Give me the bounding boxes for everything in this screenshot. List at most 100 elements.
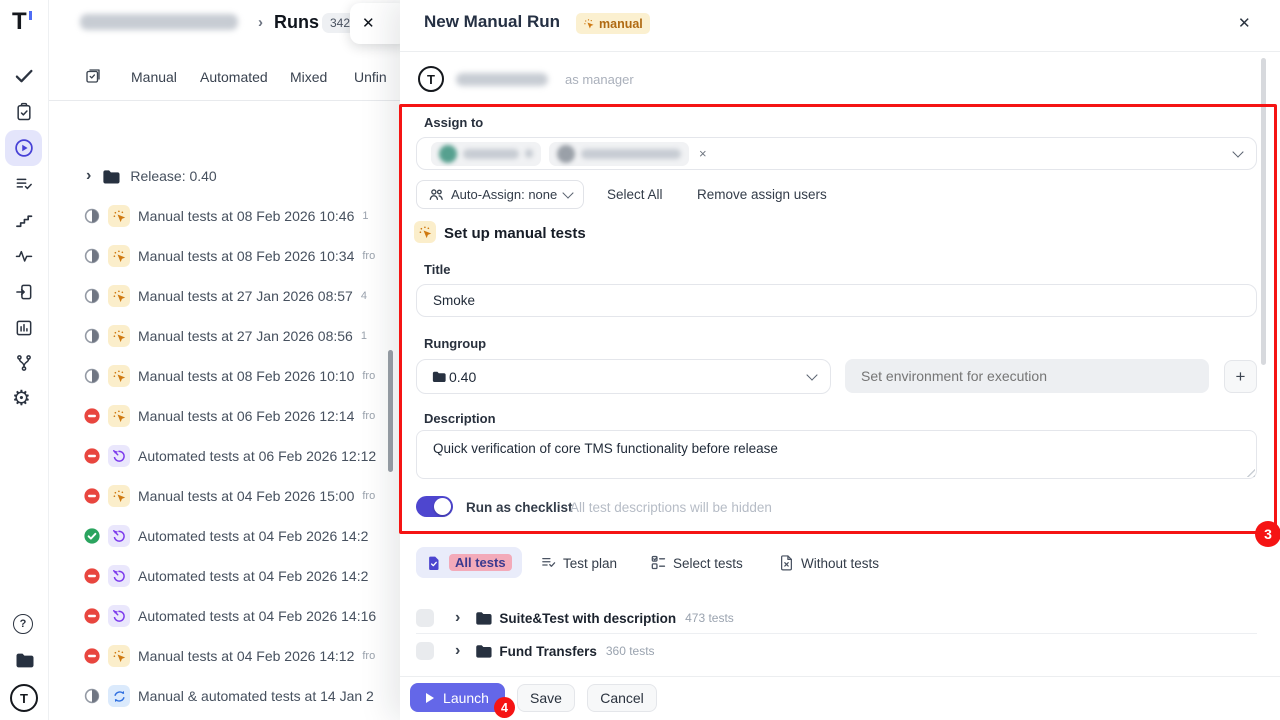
test-plans-icon[interactable] (14, 174, 34, 194)
manual-badge-label: manual (599, 17, 643, 31)
auto-assign-dropdown[interactable]: Auto-Assign: none (416, 180, 584, 209)
run-type-filter-icon[interactable] (84, 67, 102, 85)
folder-icon (431, 369, 446, 384)
title-label: Title (424, 262, 451, 277)
branches-icon[interactable] (14, 353, 34, 373)
run-title: Manual tests at 27 Jan 2026 08:56 (138, 328, 353, 344)
run-row[interactable]: Automated tests at 04 Feb 2026 14:16 (48, 596, 400, 636)
tab-manual[interactable]: Manual (131, 69, 177, 85)
suite-checkbox[interactable] (416, 642, 434, 660)
run-row[interactable]: Manual tests at 06 Feb 2026 12:14fro (48, 396, 400, 436)
assignee-chip[interactable] (549, 142, 689, 166)
tab-without-tests[interactable]: Without tests (801, 556, 879, 571)
chip-remove-icon[interactable]: × (699, 146, 707, 161)
modal-title: New Manual Run (424, 12, 560, 32)
blurred-manager-name (456, 73, 548, 86)
manual-run-icon (108, 365, 130, 387)
run-row[interactable]: Automated tests at 06 Feb 2026 12:12 (48, 436, 400, 476)
manual-run-icon (108, 205, 130, 227)
status-failed-icon (84, 608, 100, 624)
run-title: Manual & automated tests at 14 Jan 2 (138, 688, 374, 704)
tab-select-tests[interactable]: Select tests (673, 556, 743, 571)
suite-checkbox[interactable] (416, 609, 434, 627)
import-icon[interactable] (14, 282, 34, 302)
suite-chevron-icon[interactable]: › (455, 609, 460, 627)
environment-input[interactable] (845, 359, 1209, 393)
panel-close-icon[interactable]: ✕ (362, 14, 375, 32)
status-in-progress-icon (84, 688, 100, 704)
folder-row-release[interactable]: › Release: 0.40 (48, 156, 400, 196)
steps-icon[interactable] (14, 210, 34, 230)
description-textarea[interactable]: Quick verification of core TMS functiona… (416, 430, 1257, 479)
modal-close-icon[interactable]: ✕ (1238, 14, 1251, 32)
run-meta: 1 (361, 330, 367, 342)
run-row[interactable]: Manual tests at 08 Feb 2026 10:34fro (48, 236, 400, 276)
test-cases-icon[interactable] (14, 102, 34, 122)
folder-chevron-icon[interactable]: › (86, 167, 91, 185)
run-row[interactable]: Automated tests at 04 Feb 2026 14:2 (48, 516, 400, 556)
automated-run-icon (108, 525, 130, 547)
add-environment-button[interactable]: + (1224, 360, 1257, 393)
tab-all-tests[interactable]: All tests (416, 547, 522, 578)
run-row[interactable]: Automated tests at 04 Feb 2026 14:2 (48, 556, 400, 596)
run-row[interactable]: Manual tests at 08 Feb 2026 10:10fro (48, 356, 400, 396)
manual-run-icon (108, 325, 130, 347)
assign-to-select[interactable]: × (416, 137, 1257, 170)
suite-row[interactable]: › Suite&Test with description 473 tests (416, 603, 1257, 633)
run-row[interactable]: Manual tests at 27 Jan 2026 08:574 (48, 276, 400, 316)
manager-note: as manager (565, 72, 634, 87)
run-row[interactable]: Manual tests at 27 Jan 2026 08:56 1 (48, 316, 400, 356)
run-title: Manual tests at 06 Feb 2026 12:14 (138, 408, 354, 424)
select-all-button[interactable]: Select All (607, 187, 663, 202)
sidebar-item-runs[interactable] (5, 130, 42, 166)
status-in-progress-icon (84, 288, 100, 304)
reports-chart-icon[interactable] (14, 318, 34, 338)
description-label: Description (424, 411, 496, 426)
blurred-project-name[interactable] (80, 14, 238, 30)
manual-type-badge: manual (576, 13, 650, 34)
launch-button[interactable]: Launch (410, 683, 505, 712)
tab-unfinished[interactable]: Unfin (354, 69, 387, 85)
results-icon[interactable] (14, 66, 34, 86)
rungroup-select[interactable]: 0.40 (416, 359, 831, 394)
status-failed-icon (84, 568, 100, 584)
blurred-assignee-name (463, 149, 519, 159)
run-row[interactable]: Manual tests at 04 Feb 2026 14:12fro (48, 636, 400, 676)
assignee-chip[interactable] (431, 142, 541, 166)
tab-test-plan[interactable]: Test plan (563, 556, 617, 571)
run-row[interactable]: Manual tests at 08 Feb 2026 10:461 (48, 196, 400, 236)
run-meta: fro (362, 370, 375, 382)
rungroup-label: Rungroup (424, 336, 486, 351)
assignee-avatar (557, 145, 575, 163)
save-button[interactable]: Save (517, 684, 575, 712)
projects-folder-icon[interactable] (14, 650, 34, 670)
run-row[interactable]: Manual tests at 04 Feb 2026 15:00fro (48, 476, 400, 516)
run-row[interactable]: Manual & automated tests at 14 Jan 2 (48, 676, 400, 716)
tabs-divider (48, 100, 400, 101)
folder-icon (474, 609, 492, 627)
suite-test-count: 473 tests (685, 611, 734, 625)
suite-row[interactable]: › Fund Transfers 360 tests (416, 636, 1257, 666)
chip-remove-icon[interactable] (525, 149, 533, 158)
run-as-checklist-toggle[interactable] (416, 496, 453, 517)
manual-badge-icon (583, 18, 595, 30)
account-avatar[interactable]: T (10, 684, 38, 712)
suite-chevron-icon[interactable]: › (455, 642, 460, 660)
title-input[interactable] (416, 284, 1257, 317)
chevron-down-icon (806, 369, 817, 380)
status-failed-icon (84, 448, 100, 464)
status-in-progress-icon (84, 248, 100, 264)
status-passed-icon (84, 528, 100, 544)
tab-automated[interactable]: Automated (200, 69, 268, 85)
run-title: Manual tests at 08 Feb 2026 10:46 (138, 208, 354, 224)
tab-mixed[interactable]: Mixed (290, 69, 327, 85)
remove-assign-users-button[interactable]: Remove assign users (697, 187, 827, 202)
without-tests-icon (778, 554, 795, 571)
run-meta: fro (362, 650, 375, 662)
settings-gear-icon[interactable]: ⚙ (12, 388, 31, 409)
help-icon[interactable]: ? (13, 614, 33, 634)
cancel-button[interactable]: Cancel (587, 684, 657, 712)
analytics-pulse-icon[interactable] (14, 246, 34, 266)
status-failed-icon (84, 488, 100, 504)
modal-scrollbar[interactable] (1261, 58, 1266, 365)
